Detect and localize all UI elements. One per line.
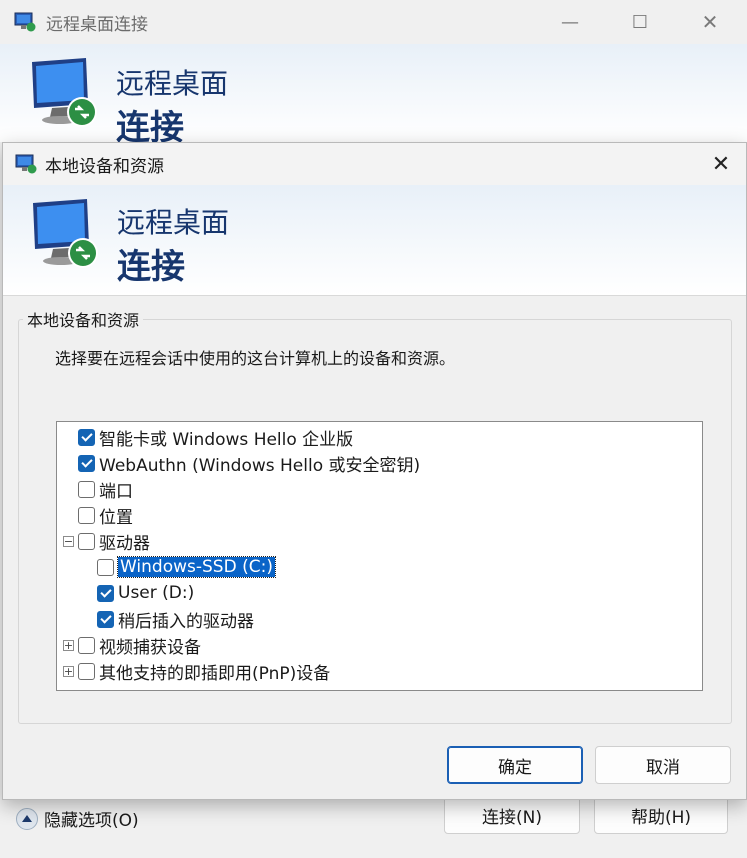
checkbox-unchecked[interactable]: [97, 558, 114, 576]
group-description: 选择要在远程会话中使用的这台计算机上的设备和资源。: [55, 349, 456, 368]
tree-node[interactable]: + 其他支持的即插即用(PnP)设备: [63, 659, 331, 684]
tree-node-label: 视频捕获设备: [99, 637, 201, 658]
tree-node[interactable]: 位置: [63, 503, 133, 528]
checkbox-checked[interactable]: [97, 584, 114, 602]
minimize-button[interactable]: —: [535, 0, 605, 44]
close-icon: ✕: [701, 10, 719, 34]
tree-node-label: 智能卡或 Windows Hello 企业版: [99, 429, 354, 450]
checkbox-checked[interactable]: [97, 610, 114, 628]
help-button[interactable]: 帮助(H): [594, 796, 728, 834]
tree-node[interactable]: − 驱动器: [63, 529, 150, 554]
close-icon: ✕: [711, 151, 731, 177]
checkbox-unchecked[interactable]: [78, 662, 95, 680]
local-resources-dialog: 本地设备和资源 ✕ 远程桌面 连接 本地设备和资源 选择要在远程会话中使用的这台…: [2, 142, 747, 800]
ok-button[interactable]: 确定: [447, 746, 583, 784]
tree-node[interactable]: 端口: [63, 477, 133, 502]
group-title: 本地设备和资源: [23, 307, 144, 331]
collapse-icon[interactable]: −: [63, 535, 74, 547]
tree-node-label: 稍后插入的驱动器: [118, 611, 254, 632]
maximize-button[interactable]: ☐: [605, 0, 675, 44]
checkbox-unchecked[interactable]: [78, 532, 95, 550]
tree-node[interactable]: 稍后插入的驱动器: [97, 607, 254, 632]
remote-desktop-monitor-icon: [33, 199, 98, 268]
remote-desktop-icon: [15, 154, 37, 174]
tree-node-label: 驱动器: [99, 533, 150, 554]
minimize-icon: —: [561, 11, 579, 33]
remote-desktop-icon: [14, 12, 36, 32]
dialog-title: 本地设备和资源: [45, 156, 164, 177]
dialog-titlebar: 本地设备和资源: [3, 143, 746, 185]
expand-icon[interactable]: +: [63, 665, 74, 677]
remote-desktop-monitor-icon: [32, 58, 97, 127]
resource-tree[interactable]: 智能卡或 Windows Hello 企业版 WebAuthn (Windows …: [56, 421, 703, 691]
dialog-banner-line2: 连接: [117, 247, 185, 287]
main-window-title: 远程桌面连接: [46, 14, 148, 35]
hide-options-toggle[interactable]: 隐藏选项(O): [16, 806, 139, 831]
hide-options-label: 隐藏选项(O): [44, 811, 139, 831]
tree-node-label: WebAuthn (Windows Hello 或安全密钥): [99, 455, 421, 476]
expand-icon[interactable]: +: [63, 639, 74, 651]
tree-node-label: Windows-SSD (C:): [117, 556, 276, 578]
connect-button[interactable]: 连接(N): [444, 796, 580, 834]
checkbox-checked[interactable]: [78, 454, 95, 472]
tree-node[interactable]: WebAuthn (Windows Hello 或安全密钥): [63, 451, 421, 476]
tree-node-label: User (D:): [118, 583, 195, 603]
dialog-banner-line1: 远程桌面: [117, 206, 230, 239]
dialog-close-button[interactable]: ✕: [696, 143, 746, 185]
tree-node[interactable]: + 视频捕获设备: [63, 633, 201, 658]
checkbox-unchecked[interactable]: [78, 480, 95, 498]
tree-node[interactable]: User (D:): [97, 581, 194, 605]
tree-node-label: 位置: [99, 507, 133, 528]
tree-node-label: 端口: [99, 481, 133, 502]
cancel-button[interactable]: 取消: [595, 746, 731, 784]
checkbox-unchecked[interactable]: [78, 636, 95, 654]
dialog-banner: 远程桌面 连接: [3, 185, 746, 296]
tree-node[interactable]: 智能卡或 Windows Hello 企业版: [63, 425, 354, 450]
tree-node[interactable]: Windows-SSD (C:): [97, 555, 276, 579]
tree-node-label: 其他支持的即插即用(PnP)设备: [99, 663, 331, 684]
main-close-button[interactable]: ✕: [675, 0, 745, 44]
main-banner-line1: 远程桌面: [116, 67, 229, 100]
checkbox-unchecked[interactable]: [78, 506, 95, 524]
main-banner: 远程桌面 连接: [0, 44, 747, 148]
chevron-up-icon: [16, 807, 38, 830]
maximize-icon: ☐: [631, 11, 649, 33]
checkbox-checked[interactable]: [78, 428, 95, 446]
